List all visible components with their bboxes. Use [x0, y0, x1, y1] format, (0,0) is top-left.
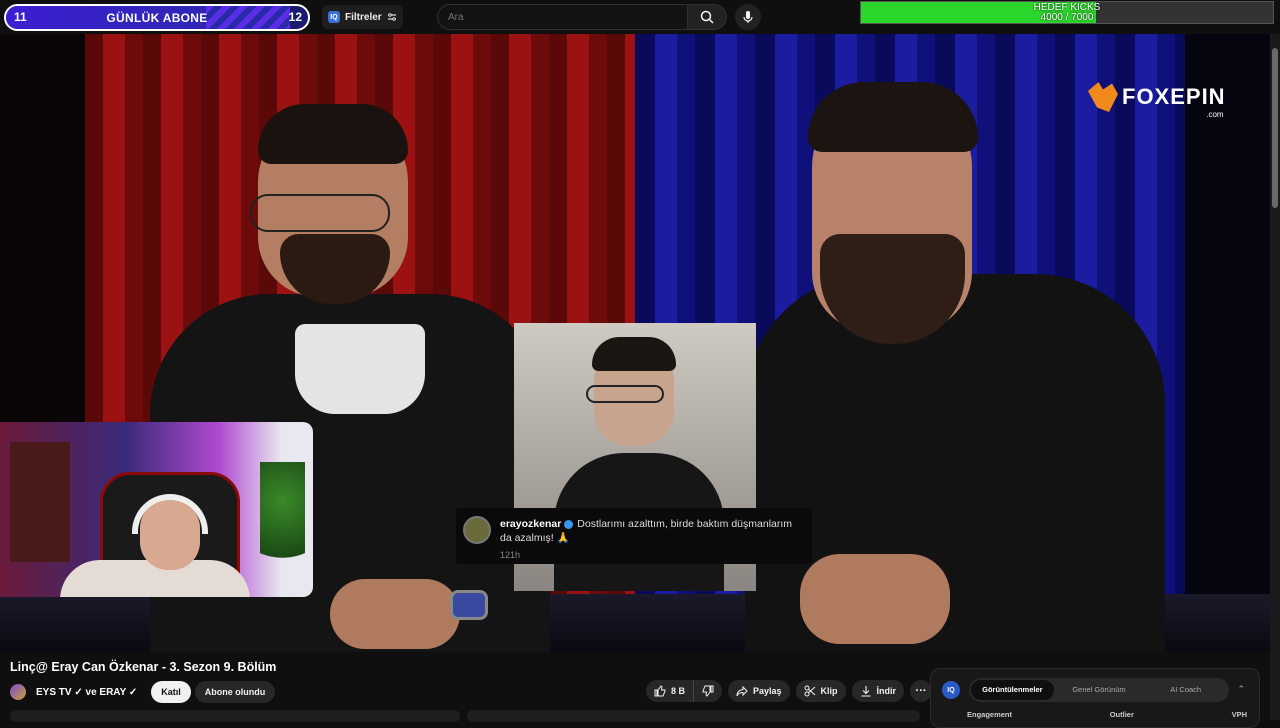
- iq-analytics-panel: IQ Görüntülenmeler Genel Görünüm AI Coac…: [930, 668, 1260, 728]
- video-right-edge: [1185, 34, 1270, 652]
- like-count: 8 B: [671, 686, 686, 696]
- download-icon: [861, 686, 871, 697]
- iq-badge-icon: IQ: [328, 11, 340, 23]
- share-icon: [736, 685, 748, 697]
- channel-names[interactable]: EYS TV ✓ ve ERAY ✓: [36, 687, 137, 698]
- verified-badge-icon: [564, 519, 574, 529]
- dislike-button[interactable]: [694, 680, 723, 702]
- webcam-plant: [260, 462, 305, 592]
- share-label: Paylaş: [753, 686, 782, 696]
- page-scrollbar[interactable]: [1270, 34, 1280, 720]
- tab-ai-coach[interactable]: AI Coach: [1144, 680, 1227, 700]
- right-guest-hands: [800, 554, 950, 644]
- microphone-icon: [743, 11, 753, 23]
- left-guest-shirt: [295, 324, 425, 414]
- left-guest-hair: [258, 104, 408, 164]
- wrist-watch: [450, 590, 488, 620]
- search-box: [437, 4, 687, 30]
- voice-search-button[interactable]: [735, 4, 761, 30]
- caption-username: erayozkenar: [500, 518, 562, 530]
- video-title: Linç@ Eray Can Özkenar - 3. Sezon 9. Böl…: [10, 660, 277, 674]
- channel-avatar[interactable]: [10, 684, 26, 700]
- comments-preview[interactable]: [467, 710, 920, 722]
- search-button[interactable]: [687, 4, 727, 30]
- caption-time: 121h: [500, 550, 521, 560]
- tab-overview[interactable]: Genel Görünüm: [1058, 680, 1141, 700]
- search-input[interactable]: [448, 11, 677, 23]
- column-engagement: Engagement: [967, 710, 1013, 719]
- top-bar: 11 GÜNLÜK ABONE 12 IQ Filtreler HEDEF KI…: [0, 0, 1280, 34]
- description-box[interactable]: [10, 710, 460, 722]
- chevron-up-icon[interactable]: ⌃: [1237, 684, 1245, 695]
- subscriber-goal-label: GÜNLÜK ABONE: [106, 11, 208, 25]
- kicks-goal-bar: HEDEF KICKS 4000 / 7000: [860, 1, 1274, 24]
- subscriber-target-count: 12: [288, 10, 302, 24]
- foxepin-logo: FOXEPIN .com: [1088, 82, 1226, 119]
- like-button[interactable]: 8 B: [646, 680, 695, 702]
- fox-icon: [1088, 82, 1118, 112]
- search-icon: [700, 10, 714, 24]
- sliders-icon: [387, 13, 396, 21]
- thumbs-down-icon: [702, 685, 714, 697]
- daily-subscriber-goal-bar: 11 GÜNLÜK ABONE 12: [4, 4, 310, 31]
- scissors-icon: [804, 685, 815, 697]
- foxepin-logo-text: FOXEPIN: [1122, 84, 1226, 109]
- more-actions-button[interactable]: ···: [910, 680, 933, 702]
- thumbs-up-icon: [654, 685, 666, 697]
- share-button[interactable]: Paylaş: [728, 680, 790, 702]
- channel-row: EYS TV ✓ ve ERAY ✓ Katıl Abone olundu: [10, 681, 276, 703]
- post-person-hair: [592, 337, 676, 371]
- download-button[interactable]: İndir: [851, 680, 905, 702]
- join-button[interactable]: Katıl: [151, 681, 191, 703]
- like-dislike-group: 8 B: [646, 680, 723, 702]
- post-person-glasses: [586, 385, 664, 403]
- filters-button[interactable]: IQ Filtreler: [322, 5, 403, 29]
- instagram-avatar: [463, 516, 491, 544]
- right-guest-hair: [808, 82, 978, 152]
- webcam-shelf: [10, 442, 70, 562]
- filters-label: Filtreler: [345, 11, 382, 23]
- left-guest-glasses: [250, 194, 390, 232]
- left-guest-hands: [330, 579, 460, 649]
- clip-label: Klip: [820, 686, 838, 696]
- download-label: İndir: [876, 686, 897, 696]
- subscribed-button[interactable]: Abone olundu: [194, 681, 276, 703]
- scrollbar-thumb[interactable]: [1272, 48, 1278, 208]
- foxepin-logo-suffix: .com: [1206, 110, 1224, 119]
- video-actions: 8 B Paylaş Klip İndir ···: [646, 680, 933, 702]
- caption-body: erayozkenar Dostlarımı azalttım, birde ba…: [500, 517, 806, 545]
- iq-logo-icon: IQ: [942, 681, 960, 699]
- column-vph: VPH: [1231, 710, 1247, 719]
- clip-button[interactable]: Klip: [795, 680, 846, 702]
- iq-tabs: Görüntülenmeler Genel Görünüm AI Coach: [969, 678, 1229, 702]
- streamer-webcam: [0, 422, 313, 597]
- instagram-caption: erayozkenar Dostlarımı azalttım, birde ba…: [456, 508, 812, 564]
- kicks-goal-value: 4000 / 7000: [1040, 12, 1094, 23]
- iq-metric-columns: Engagement Outlier VPH: [967, 710, 1247, 719]
- column-outlier: Outlier: [1109, 710, 1134, 719]
- kicks-goal-text: HEDEF KICKS 4000 / 7000: [861, 3, 1273, 23]
- tab-views[interactable]: Görüntülenmeler: [971, 680, 1054, 700]
